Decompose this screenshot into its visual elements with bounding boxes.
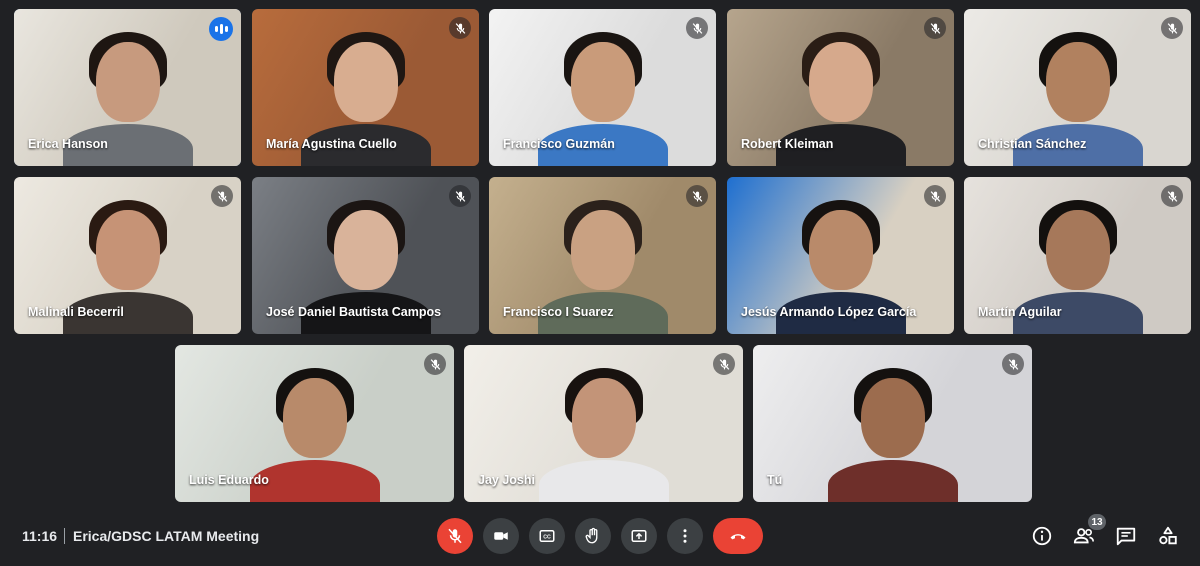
more-options-button[interactable] (667, 518, 703, 554)
mic-off-icon (424, 353, 446, 375)
divider (64, 528, 65, 544)
present-screen-button[interactable] (621, 518, 657, 554)
captions-button[interactable]: CC (529, 518, 565, 554)
more-options-icon (683, 529, 687, 543)
participant-tile[interactable]: Jesús Armando López García (727, 177, 954, 334)
svg-text:CC: CC (543, 534, 551, 540)
mic-off-icon (713, 353, 735, 375)
camera-icon (494, 532, 508, 540)
info-icon (1032, 526, 1052, 546)
participant-name: Martín Aguilar (978, 305, 1062, 319)
end-call-button[interactable] (713, 518, 763, 554)
participant-tile[interactable]: Francisco I Suarez (489, 177, 716, 334)
chat-icon (1116, 527, 1136, 546)
mic-off-icon (686, 185, 708, 207)
microphone-toggle-button[interactable] (437, 518, 473, 554)
participant-tile[interactable]: Tú (753, 345, 1032, 502)
participant-tile[interactable]: Luis Eduardo (175, 345, 454, 502)
participant-tile[interactable]: Erica Hanson (14, 9, 241, 166)
people-button[interactable]: 13 (1070, 514, 1106, 550)
mic-off-icon (449, 185, 471, 207)
participant-tile[interactable]: Martín Aguilar (964, 177, 1191, 334)
participant-count-badge: 13 (1088, 514, 1106, 530)
mic-off-icon (1002, 353, 1024, 375)
participant-name: María Agustina Cuello (266, 137, 397, 151)
participant-name: Francisco Guzmán (503, 137, 615, 151)
participant-name: Malinali Becerril (28, 305, 124, 319)
participant-video-figure (249, 360, 380, 502)
participant-name: Jay Joshi (478, 473, 535, 487)
chat-button[interactable] (1112, 522, 1140, 550)
end-call-icon (730, 534, 746, 540)
camera-toggle-button[interactable] (483, 518, 519, 554)
activities-icon (1159, 526, 1177, 545)
mic-off-icon (924, 185, 946, 207)
activities-button[interactable] (1154, 522, 1182, 550)
participant-tile[interactable]: María Agustina Cuello (252, 9, 479, 166)
meeting-time: 11:16 (22, 528, 58, 544)
raise-hand-icon (585, 527, 598, 544)
mic-off-icon (686, 17, 708, 39)
mic-off-icon (1161, 185, 1183, 207)
mic-off-icon (211, 185, 233, 207)
participant-video-figure (538, 360, 669, 502)
participant-name: Francisco I Suarez (503, 305, 614, 319)
participant-name: Robert Kleiman (741, 137, 834, 151)
participant-tile[interactable]: Christian Sánchez (964, 9, 1191, 166)
mic-off-icon (449, 17, 471, 39)
participant-tile[interactable]: Francisco Guzmán (489, 9, 716, 166)
participant-name: Christian Sánchez (978, 137, 1087, 151)
participant-tile[interactable]: Malinali Becerril (14, 177, 241, 334)
participant-tile[interactable]: Robert Kleiman (727, 9, 954, 166)
participant-name: Tú (767, 473, 783, 487)
mic-off-icon (924, 17, 946, 39)
meeting-details-button[interactable] (1028, 522, 1056, 550)
captions-icon: CC (539, 530, 555, 542)
participant-name: Erica Hanson (28, 137, 108, 151)
participant-tile[interactable]: José Daniel Bautista Campos (252, 177, 479, 334)
participant-name: Luis Eduardo (189, 473, 269, 487)
raise-hand-button[interactable] (575, 518, 611, 554)
present-icon (631, 530, 647, 542)
mic-off-icon (448, 528, 462, 544)
participant-tile[interactable]: Jay Joshi (464, 345, 743, 502)
mic-off-icon (1161, 17, 1183, 39)
participant-grid: Erica Hanson María Agustina Cuello Francis… (0, 0, 1200, 510)
meeting-title: Erica/GDSC LATAM Meeting (73, 528, 260, 544)
participant-video-figure (827, 360, 958, 502)
bottom-toolbar: 11:16 Erica/GDSC LATAM Meeting CC 13 (0, 510, 1200, 566)
audio-level-icon (209, 17, 233, 41)
participant-name: José Daniel Bautista Campos (266, 305, 442, 319)
participant-name: Jesús Armando López García (741, 305, 917, 319)
